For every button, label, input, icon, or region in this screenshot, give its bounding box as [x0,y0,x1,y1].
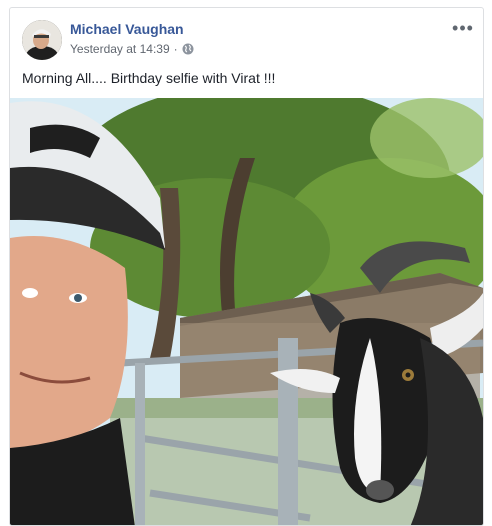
author-name[interactable]: Michael Vaughan [70,21,184,37]
post-card: Michael Vaughan Yesterday at 14:39 · •••… [9,7,484,526]
post-header: Michael Vaughan Yesterday at 14:39 · ••• [10,8,483,68]
globe-icon[interactable] [182,43,194,55]
selfie-photo-illustration [10,98,483,525]
post-text: Morning All.... Birthday selfie with Vir… [22,70,276,86]
post-photo[interactable] [10,98,483,525]
avatar-image [22,20,62,60]
post-meta: Yesterday at 14:39 · [70,42,194,56]
author-avatar[interactable] [22,20,62,60]
meta-separator: · [173,42,178,56]
post-timestamp[interactable]: Yesterday at 14:39 [70,42,170,56]
more-options-icon[interactable]: ••• [452,19,473,37]
